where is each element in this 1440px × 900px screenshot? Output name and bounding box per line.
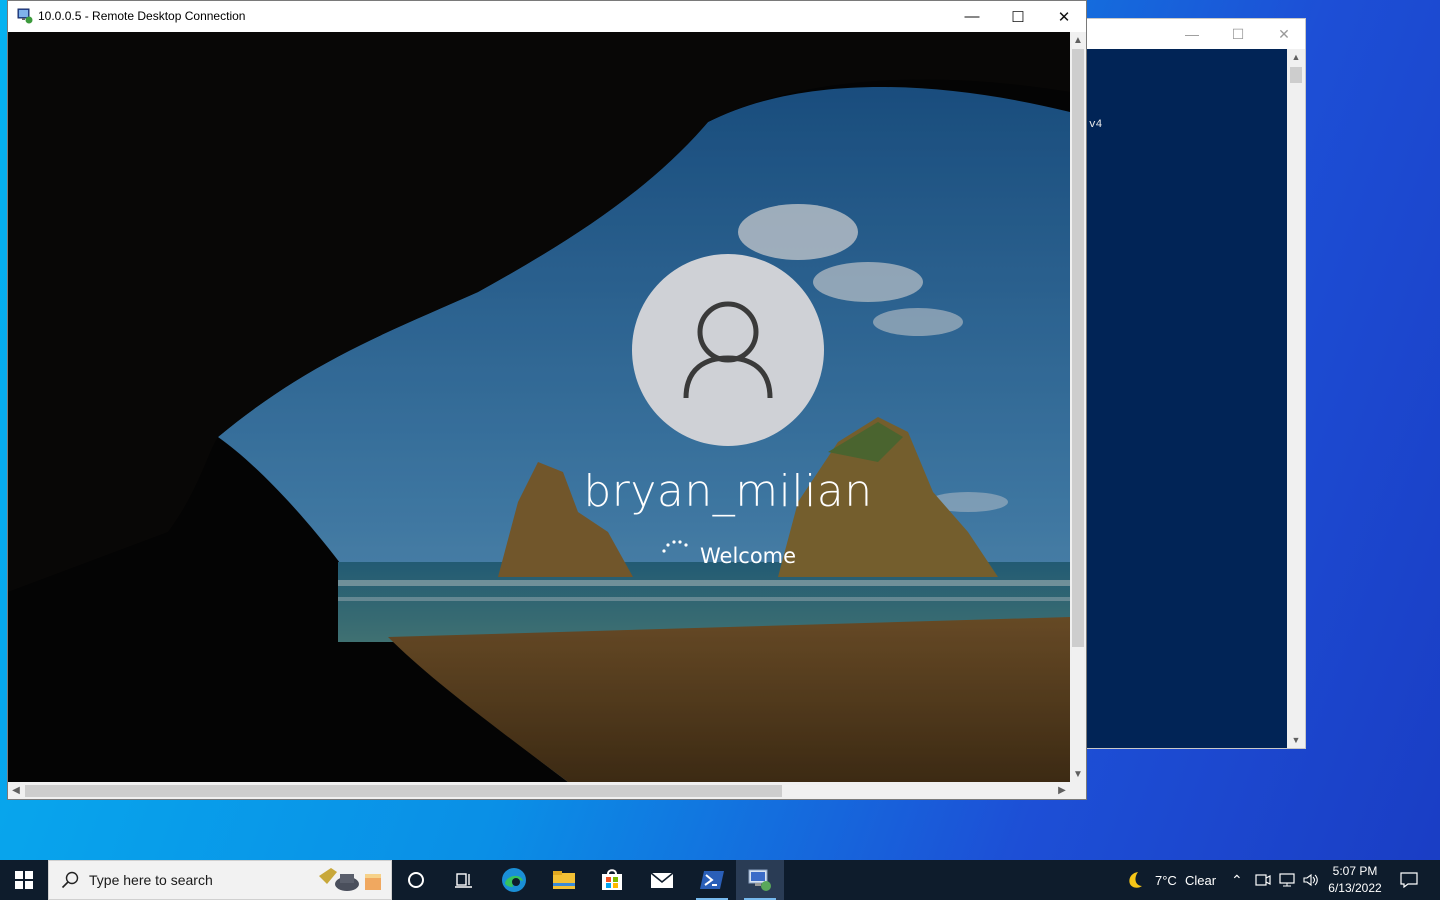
edge-taskbar-button[interactable] [490,860,538,900]
horizontal-scrollbar[interactable]: ◀ ▶ [8,782,1070,799]
taskbar: Type here to search 7°C Clear ⌃ 5:07 PM … [0,860,1440,900]
file-explorer-icon [553,871,575,889]
minimize-button[interactable]: — [1169,19,1215,49]
remote-session-screen[interactable]: bryan_milian Welcome [8,32,1070,782]
username-label: bryan_milian [583,466,873,517]
remote-desktop-window[interactable]: 10.0.0.5 - Remote Desktop Connection — ☐… [7,0,1087,800]
powershell-taskbar-button[interactable] [688,860,736,900]
maximize-button[interactable]: ☐ [995,1,1041,32]
scrollbar-thumb[interactable] [1290,67,1302,83]
moon-icon [1129,872,1142,888]
scrollbar-thumb[interactable] [25,785,782,797]
welcome-status: Welcome [700,544,797,568]
edge-icon [502,868,526,892]
weather-icon[interactable] [1122,860,1148,900]
rdp-titlebar[interactable]: 10.0.0.5 - Remote Desktop Connection — ☐… [8,1,1086,32]
task-view-button[interactable] [440,860,488,900]
volume-icon[interactable] [1300,860,1322,900]
search-box[interactable]: Type here to search [48,860,392,900]
task-view-icon [455,873,472,888]
vertical-scrollbar[interactable]: ▲ ▼ [1070,32,1086,782]
remote-desktop-icon [748,869,771,891]
loading-spinner-icon [662,540,688,553]
user-icon [683,301,773,399]
windows-logo-icon [15,871,33,889]
search-placeholder: Type here to search [89,872,213,888]
resize-grip[interactable] [1070,782,1086,799]
window-title: 10.0.0.5 - Remote Desktop Connection [38,9,246,23]
close-button[interactable]: ✕ [1041,1,1087,32]
store-icon [602,869,622,890]
cortana-icon [408,872,424,888]
mail-icon [650,872,674,888]
notifications-button[interactable] [1394,860,1424,900]
powershell-window[interactable]: — ☐ ✕ v4 ▲ ▼ [1086,18,1306,749]
system-clock[interactable]: 5:07 PM 6/13/2022 [1320,863,1390,897]
meet-now-icon[interactable] [1253,860,1273,900]
mail-taskbar-button[interactable] [638,860,686,900]
scroll-left-icon[interactable]: ◀ [8,782,24,798]
network-icon[interactable] [1276,860,1298,900]
scroll-up-icon[interactable]: ▲ [1287,49,1305,65]
vertical-scrollbar[interactable]: ▲ ▼ [1287,49,1305,748]
console-text: v4 [1089,119,1103,131]
lock-screen-wallpaper [8,32,1070,782]
store-taskbar-button[interactable] [588,860,636,900]
user-avatar [632,254,824,446]
remote-desktop-app-icon [17,8,33,24]
clock-date: 6/13/2022 [1328,881,1382,895]
close-button[interactable]: ✕ [1261,19,1307,49]
powershell-console[interactable]: v4 [1087,49,1287,748]
show-hidden-icons-icon[interactable]: ⌃ [1231,860,1243,900]
weather-temperature[interactable]: 7°C [1155,860,1177,900]
search-icon [61,871,79,889]
remote-desktop-taskbar-button[interactable] [736,860,784,900]
scrollbar-thumb[interactable] [1072,49,1084,647]
scroll-right-icon[interactable]: ▶ [1054,782,1070,798]
weather-condition[interactable]: Clear [1185,860,1216,900]
start-button[interactable] [0,860,48,900]
search-highlight-icon [319,868,381,891]
action-center-icon [1400,872,1418,888]
powershell-icon [700,871,724,889]
file-explorer-taskbar-button[interactable] [540,860,588,900]
powershell-titlebar[interactable]: — ☐ ✕ [1087,19,1305,49]
clock-time: 5:07 PM [1332,864,1378,878]
scroll-down-icon[interactable]: ▼ [1287,732,1305,748]
scroll-down-icon[interactable]: ▼ [1070,766,1086,782]
cortana-button[interactable] [392,860,440,900]
maximize-button[interactable]: ☐ [1215,19,1261,49]
minimize-button[interactable]: — [949,1,995,32]
scroll-up-icon[interactable]: ▲ [1070,32,1086,48]
